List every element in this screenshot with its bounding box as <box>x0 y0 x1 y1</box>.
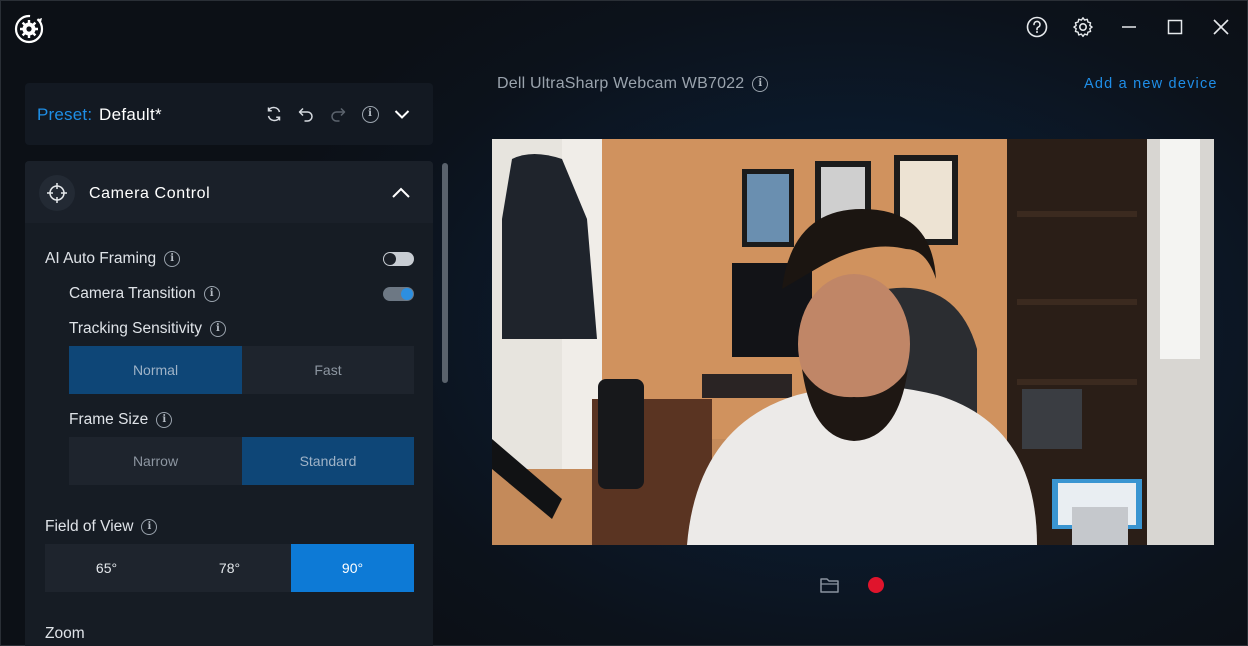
camera-control-header[interactable]: Camera Control <box>25 161 433 223</box>
record-icon[interactable] <box>868 577 884 593</box>
frame-size-row: Frame Size i <box>69 411 173 429</box>
refresh-icon[interactable] <box>263 103 285 125</box>
close-icon[interactable] <box>1209 15 1233 39</box>
app-logo-icon <box>13 13 45 45</box>
field-of-view-selector: 65° 78° 90° <box>45 544 414 592</box>
tracking-normal-option[interactable]: Normal <box>69 346 242 394</box>
maximize-icon[interactable] <box>1163 15 1187 39</box>
tracking-sensitivity-row: Tracking Sensitivity i <box>69 320 226 338</box>
field-of-view-row: Field of View i <box>45 518 158 536</box>
chevron-up-icon[interactable] <box>389 183 413 203</box>
fov-78-option[interactable]: 78° <box>168 544 291 592</box>
camera-control-panel: Camera Control AI Auto Framing i Camera … <box>25 161 433 646</box>
preset-label: Preset: <box>37 105 93 124</box>
frame-size-label: Frame Size <box>69 411 149 428</box>
frame-narrow-option[interactable]: Narrow <box>69 437 242 485</box>
tracking-sensitivity-selector: Normal Fast <box>69 346 414 394</box>
preset-bar: Preset: Default* i <box>25 83 433 145</box>
ai-auto-framing-row: AI Auto Framing i <box>45 250 181 268</box>
camera-control-title: Camera Control <box>89 185 211 202</box>
device-name: Dell UltraSharp Webcam WB7022 i <box>497 75 769 93</box>
ai-auto-framing-toggle[interactable] <box>383 252 414 266</box>
device-name-label: Dell UltraSharp Webcam WB7022 <box>497 75 745 92</box>
preset-info-icon[interactable]: i <box>359 103 381 125</box>
frame-size-info-icon[interactable]: i <box>156 412 173 428</box>
title-bar <box>1 1 1248 57</box>
redo-icon[interactable] <box>327 103 349 125</box>
zoom-label: Zoom <box>45 625 85 642</box>
camera-transition-label: Camera Transition <box>69 285 196 302</box>
chevron-down-icon[interactable] <box>391 103 413 125</box>
add-new-device-link[interactable]: Add a new device <box>1084 76 1218 92</box>
minimize-icon[interactable] <box>1117 15 1141 39</box>
field-of-view-label: Field of View <box>45 518 134 535</box>
camera-preview <box>492 139 1214 545</box>
app-window: Preset: Default* i Camera Control AI Aut… <box>0 0 1248 646</box>
crosshair-icon <box>39 175 75 211</box>
ai-auto-framing-info-icon[interactable]: i <box>164 251 181 267</box>
frame-size-selector: Narrow Standard <box>69 437 414 485</box>
tracking-fast-option[interactable]: Fast <box>242 346 414 394</box>
camera-transition-toggle[interactable] <box>383 287 414 301</box>
help-icon[interactable] <box>1025 15 1049 39</box>
panel-scrollbar[interactable] <box>442 163 448 383</box>
preset-dropdown-value[interactable]: Default* <box>99 105 162 125</box>
camera-transition-row: Camera Transition i <box>69 285 220 303</box>
ai-auto-framing-label: AI Auto Framing <box>45 250 157 267</box>
camera-transition-info-icon[interactable]: i <box>203 286 220 302</box>
fov-90-option[interactable]: 90° <box>291 544 414 592</box>
tracking-sensitivity-info-icon[interactable]: i <box>209 321 226 337</box>
frame-standard-option[interactable]: Standard <box>242 437 414 485</box>
folder-icon[interactable] <box>819 575 841 595</box>
undo-icon[interactable] <box>295 103 317 125</box>
device-info-icon[interactable]: i <box>752 76 769 92</box>
fov-65-option[interactable]: 65° <box>45 544 168 592</box>
tracking-sensitivity-label: Tracking Sensitivity <box>69 320 202 337</box>
zoom-row: Zoom <box>45 625 85 643</box>
field-of-view-info-icon[interactable]: i <box>141 519 158 535</box>
settings-icon[interactable] <box>1071 15 1095 39</box>
